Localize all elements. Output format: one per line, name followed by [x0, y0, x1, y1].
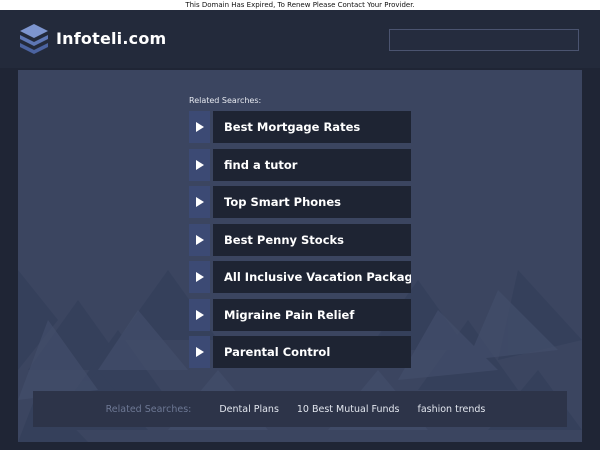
related-link-label: Migraine Pain Relief	[213, 298, 411, 331]
related-searches-list: Best Mortgage Rates find a tutor Top Sma…	[189, 111, 411, 374]
play-arrow-icon	[189, 298, 210, 331]
footer-link-fashion-trends[interactable]: fashion trends	[417, 404, 485, 415]
site-header: Infoteli.com	[0, 10, 600, 68]
play-arrow-icon	[189, 148, 210, 181]
play-arrow-icon	[189, 261, 210, 293]
related-link-best-mortgage-rates[interactable]: Best Mortgage Rates	[189, 111, 411, 143]
related-link-find-a-tutor[interactable]: find a tutor	[189, 148, 411, 181]
related-link-label: find a tutor	[213, 148, 411, 181]
related-link-all-inclusive-vacation-packages[interactable]: All Inclusive Vacation Packages	[189, 261, 411, 293]
play-arrow-icon	[189, 186, 210, 218]
site-name[interactable]: Infoteli.com	[56, 29, 166, 48]
related-link-label: Best Penny Stocks	[213, 223, 411, 256]
play-arrow-icon	[189, 111, 210, 143]
related-link-migraine-pain-relief[interactable]: Migraine Pain Relief	[189, 298, 411, 331]
related-link-best-penny-stocks[interactable]: Best Penny Stocks	[189, 223, 411, 256]
related-link-top-smart-phones[interactable]: Top Smart Phones	[189, 186, 411, 218]
footer-related-label: Related Searches:	[105, 403, 192, 415]
main-panel: Related Searches: Best Mortgage Rates fi…	[18, 70, 582, 442]
stacked-layers-icon	[20, 24, 48, 54]
search-input[interactable]	[389, 29, 579, 51]
play-arrow-icon	[189, 223, 210, 256]
footer-link-10-best-mutual-funds[interactable]: 10 Best Mutual Funds	[297, 404, 400, 415]
related-searches-heading: Related Searches:	[189, 96, 262, 105]
related-link-parental-control[interactable]: Parental Control	[189, 336, 411, 368]
footer-link-dental-plans[interactable]: Dental Plans	[219, 404, 279, 415]
related-link-label: Top Smart Phones	[213, 186, 411, 218]
related-link-label: Parental Control	[213, 336, 411, 368]
related-link-label: Best Mortgage Rates	[213, 111, 411, 143]
footer-related-searches: Related Searches: Dental Plans 10 Best M…	[33, 391, 567, 427]
domain-expired-notice: This Domain Has Expired, To Renew Please…	[0, 0, 600, 10]
play-arrow-icon	[189, 336, 210, 368]
related-link-label: All Inclusive Vacation Packages	[213, 261, 411, 293]
